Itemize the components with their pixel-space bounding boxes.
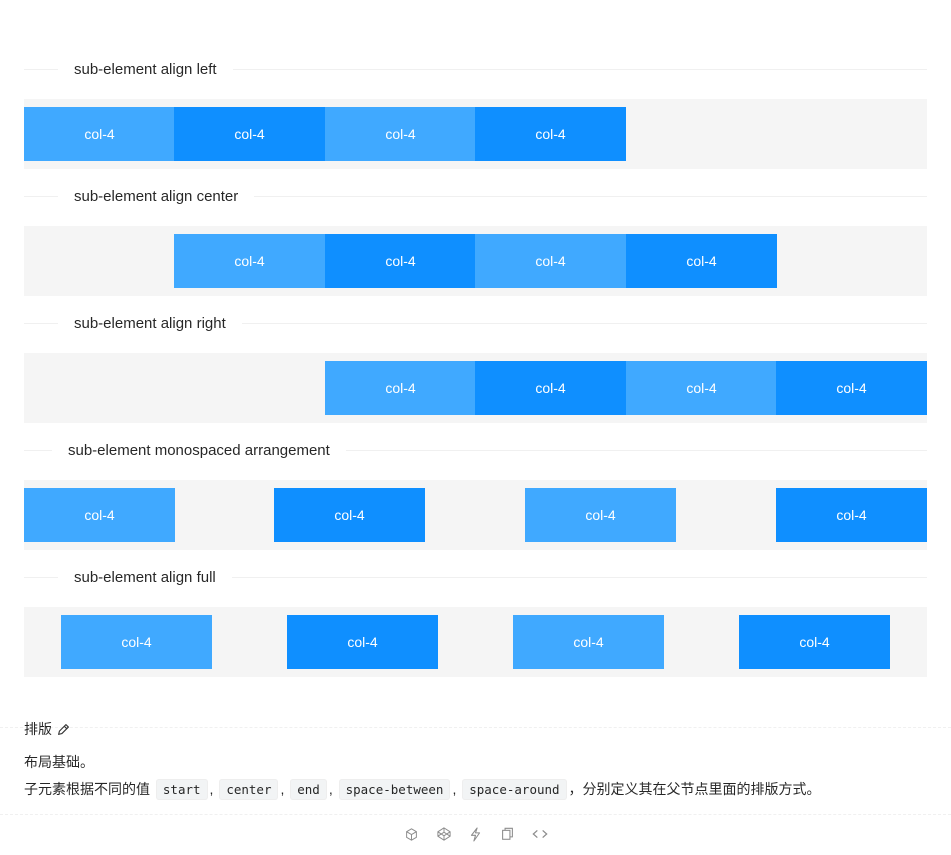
code-start: start [155, 779, 208, 800]
divider-title: sub-element align center [74, 187, 239, 205]
col-box: col-4 [24, 488, 175, 542]
divider-align-full: sub-element align full [24, 566, 927, 588]
demo-desc-line2: 子元素根据不同的值 start, center, end, space-betw… [24, 779, 821, 800]
demo-divider [0, 727, 951, 728]
code-box-actions [0, 826, 951, 842]
col-box: col-4 [24, 107, 175, 161]
col-box: col-4 [61, 615, 212, 669]
actions-divider [0, 814, 951, 815]
divider-align-center: sub-element align center [24, 185, 927, 207]
demo-title-text: 排版 [24, 721, 52, 737]
thunderbolt-icon[interactable] [468, 826, 484, 842]
demo-desc-line1: 布局基础。 [24, 754, 94, 770]
code-space-between: space-between [338, 779, 451, 800]
col-box: col-4 [513, 615, 664, 669]
divider-title: sub-element align right [74, 314, 226, 332]
divider-monospaced: sub-element monospaced arrangement [24, 439, 927, 461]
flex-row-end: col-4 col-4 col-4 col-4 [24, 353, 927, 423]
divider-title: sub-element align full [74, 568, 216, 586]
col-box: col-4 [475, 107, 626, 161]
demo-title: 排版 [24, 719, 70, 739]
divider-title: sub-element align left [74, 60, 217, 78]
flex-row-space-between: col-4 col-4 col-4 col-4 [24, 480, 927, 550]
copy-icon[interactable] [500, 826, 516, 842]
divider-title: sub-element monospaced arrangement [68, 441, 330, 459]
code-center: center [219, 779, 279, 800]
code-end: end [290, 779, 327, 800]
col-box: col-4 [525, 488, 676, 542]
col-box: col-4 [475, 234, 626, 288]
divider-align-left: sub-element align left [24, 58, 927, 80]
edit-icon[interactable] [57, 723, 70, 736]
col-box: col-4 [325, 107, 476, 161]
col-box: col-4 [174, 107, 325, 161]
col-box: col-4 [174, 234, 325, 288]
col-box: col-4 [739, 615, 890, 669]
col-box: col-4 [325, 361, 476, 415]
col-box: col-4 [287, 615, 438, 669]
col-box: col-4 [776, 361, 927, 415]
col-box: col-4 [475, 361, 626, 415]
col-box: col-4 [325, 234, 476, 288]
codepen-icon[interactable] [436, 826, 452, 842]
flex-row-space-around: col-4 col-4 col-4 col-4 [24, 607, 927, 677]
col-box: col-4 [626, 361, 777, 415]
divider-align-right: sub-element align right [24, 312, 927, 334]
col-box: col-4 [626, 234, 777, 288]
flex-row-center: col-4 col-4 col-4 col-4 [24, 226, 927, 296]
code-space-around: space-around [462, 779, 567, 800]
col-box: col-4 [274, 488, 425, 542]
col-box: col-4 [776, 488, 927, 542]
codesandbox-icon[interactable] [404, 826, 420, 842]
code-expand-icon[interactable] [531, 826, 548, 842]
flex-row-start: col-4 col-4 col-4 col-4 [24, 99, 927, 169]
